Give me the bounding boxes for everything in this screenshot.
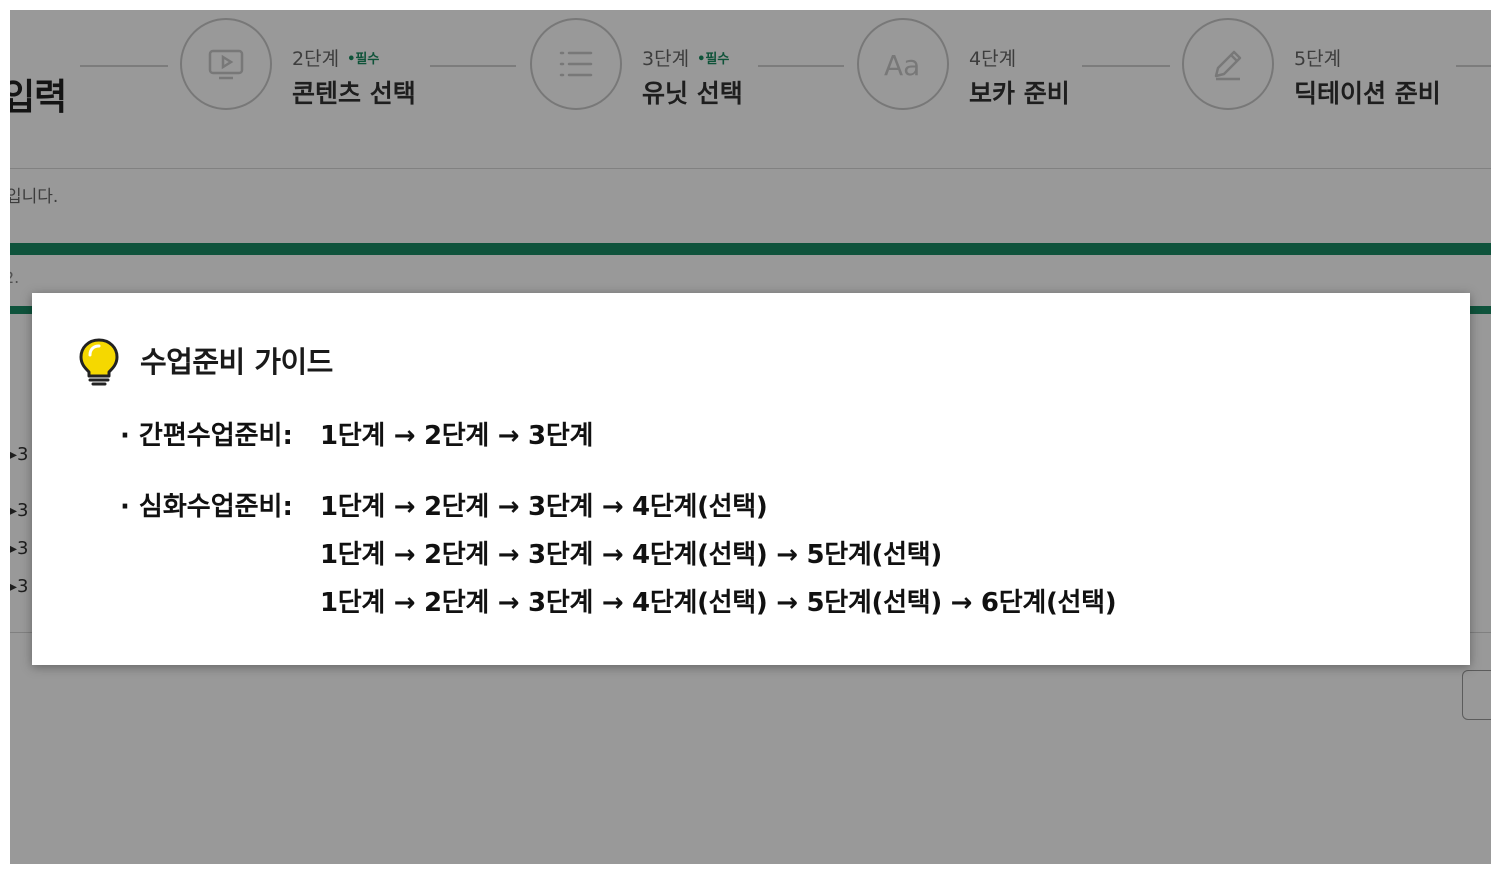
advanced-prep-flow-2: 1단계 → 2단계 → 3단계 → 4단계(선택) → 5단계(선택)	[320, 540, 942, 570]
advanced-prep-label: · 심화수업준비:	[120, 492, 293, 522]
advanced-prep-flow-3: 1단계 → 2단계 → 3단계 → 4단계(선택) → 5단계(선택) → 6단…	[320, 588, 1117, 618]
simple-prep-flow: 1단계 → 2단계 → 3단계	[320, 421, 594, 451]
lightbulb-icon	[79, 338, 119, 386]
advanced-prep-flow-1: 1단계 → 2단계 → 3단계 → 4단계(선택)	[320, 492, 768, 522]
modal-title: 수업준비 가이드	[140, 345, 333, 379]
app-frame: 입력 2단계 •필수 콘텐츠 선택 3단계 •필수 유닛 선택 Aa 4단계 보카 …	[10, 10, 1491, 864]
guide-modal: 수업준비 가이드 · 간편수업준비: 1단계 → 2단계 → 3단계 · 심화수…	[32, 293, 1470, 665]
simple-prep-label: · 간편수업준비:	[120, 421, 293, 451]
